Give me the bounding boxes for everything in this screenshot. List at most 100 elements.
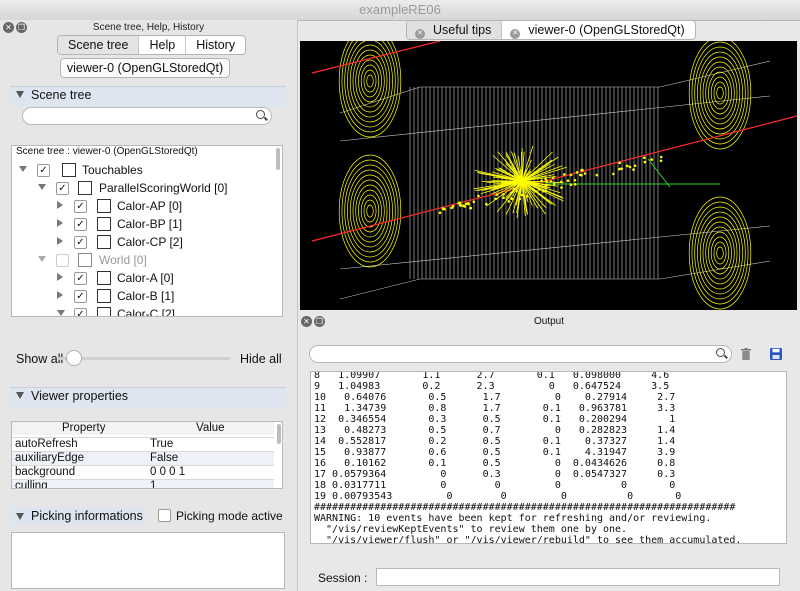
table-row[interactable]: background 0 0 0 1 [12,465,274,479]
color-swatch[interactable] [97,199,111,213]
tab-help[interactable]: Help [138,36,185,54]
property-name: culling [15,480,48,489]
hit-point [643,156,646,159]
close-tab-icon[interactable]: ✕ [510,29,521,39]
scoring-ring [352,49,388,113]
tree-item-checkbox[interactable]: ✓ [74,236,87,249]
hit-point [573,178,577,182]
color-swatch[interactable] [97,217,111,231]
viewer-properties-label: Viewer properties [31,389,129,403]
color-swatch[interactable] [78,181,92,195]
expand-arrow-icon[interactable] [57,273,63,281]
table-row[interactable]: auxiliaryEdge False [12,451,274,465]
scoring-ring [697,51,743,135]
tree-item-checkbox[interactable]: ✓ [37,164,50,177]
table-row[interactable]: culling 1 [12,479,274,489]
expand-arrow-icon[interactable] [57,310,65,316]
tree-item-checkbox[interactable]: ✓ [74,308,87,316]
scoring-ring [699,216,741,290]
color-swatch[interactable] [97,307,111,316]
color-swatch[interactable] [78,253,92,267]
hit-point [595,173,599,177]
output-console[interactable]: 8 1.09907 1.1 2.7 0.1 0.098000 4.6 9 1.04… [310,371,787,544]
tree-item-checkbox[interactable]: ✓ [56,182,69,195]
console-scrollbar[interactable] [780,373,784,523]
scoring-ring [347,169,393,253]
expand-arrow-icon[interactable] [57,201,63,209]
dock-header: ✕ ❐ Scene tree, Help, History [0,20,297,36]
window-title: exampleRE06 [0,0,800,21]
save-icon[interactable] [770,348,782,360]
hit-point [544,177,547,180]
visibility-slider-handle[interactable] [66,350,82,366]
viewer-select-button[interactable]: viewer-0 (OpenGLStoredQt) [60,58,230,78]
output-search-input[interactable] [309,345,732,363]
hit-point [574,183,577,186]
hit-point [464,202,468,206]
picking-mode-checkbox[interactable] [158,509,171,522]
scene-tree-section-label: Scene tree [31,88,92,102]
property-value[interactable]: True [150,438,173,451]
property-value[interactable]: 1 [150,480,156,488]
tab-history[interactable]: History [185,36,245,54]
hit-point [542,189,545,193]
hit-point [580,174,583,177]
hit-point [472,200,476,204]
hit-point [459,204,462,207]
scene-tree-search-input[interactable] [22,107,272,125]
tree-item-checkbox[interactable]: ✓ [74,290,87,303]
opengl-viewer[interactable] [300,41,797,310]
expand-arrow-icon[interactable] [57,291,63,299]
picking-mode-toggle[interactable]: Picking mode active [158,509,283,523]
visibility-slider-track[interactable] [58,357,230,360]
tree-item-checkbox[interactable]: ✓ [74,218,87,231]
color-swatch[interactable] [62,163,76,177]
property-value[interactable]: False [150,452,178,465]
expand-arrow-icon[interactable] [19,166,27,172]
hit-point [551,176,555,180]
hit-point [633,164,637,168]
console-line: 14 0.552817 0.2 0.5 0.1 0.37327 1.4 [314,436,676,447]
scoring-rings [338,41,752,310]
properties-scrollbar[interactable] [277,424,281,444]
color-swatch[interactable] [97,289,111,303]
property-name: autoRefresh [15,438,78,450]
expand-arrow-icon[interactable] [57,219,63,227]
viewer-properties-section[interactable]: Viewer properties [10,387,286,408]
tree-item-checkbox[interactable] [56,254,69,267]
color-swatch[interactable] [97,271,111,285]
output-title: Output [533,316,565,327]
tree-item-checkbox[interactable]: ✓ [74,200,87,213]
trash-icon[interactable] [741,348,751,360]
expand-arrow-icon[interactable] [38,184,46,190]
tab-viewer-0[interactable]: ✕ viewer-0 (OpenGLStoredQt) [501,21,694,39]
hit-point [628,165,632,169]
scene-tree-section[interactable]: Scene tree [10,86,286,107]
scoring-ring [352,179,388,243]
dock-tabs: Scene tree Help History [57,35,247,55]
hit-point [502,196,505,199]
tree-item-checkbox[interactable]: ✓ [74,272,87,285]
tree-scrollbar[interactable] [276,148,280,170]
hit-point [583,172,587,175]
tab-scene-tree[interactable]: Scene tree [58,36,139,54]
close-tab-icon[interactable]: ✕ [415,29,425,39]
viewer-properties-table: Property Value autoRefresh True auxiliar… [11,421,283,489]
expand-arrow-icon[interactable] [38,256,46,262]
property-value[interactable]: 0 0 0 1 [150,466,185,479]
expand-arrow-icon[interactable] [57,237,63,245]
collapse-triangle-icon [16,513,24,520]
tree-item-label: Calor-B [1] [117,289,175,303]
track-red [311,115,797,242]
console-line: 12 0.346554 0.3 0.5 0.1 0.200294 1 [314,414,676,425]
scoring-ring [708,71,732,115]
hit-point [618,167,621,171]
hit-point [566,179,570,182]
tab-useful-tips[interactable]: ✕ Useful tips [407,21,502,39]
picking-section[interactable]: Picking informations [10,507,145,525]
session-input[interactable] [376,568,780,586]
table-row[interactable]: autoRefresh True [12,437,274,451]
color-swatch[interactable] [97,235,111,249]
hit-point [515,189,518,192]
console-line: WARNING: 10 events have been kept for re… [314,513,712,524]
